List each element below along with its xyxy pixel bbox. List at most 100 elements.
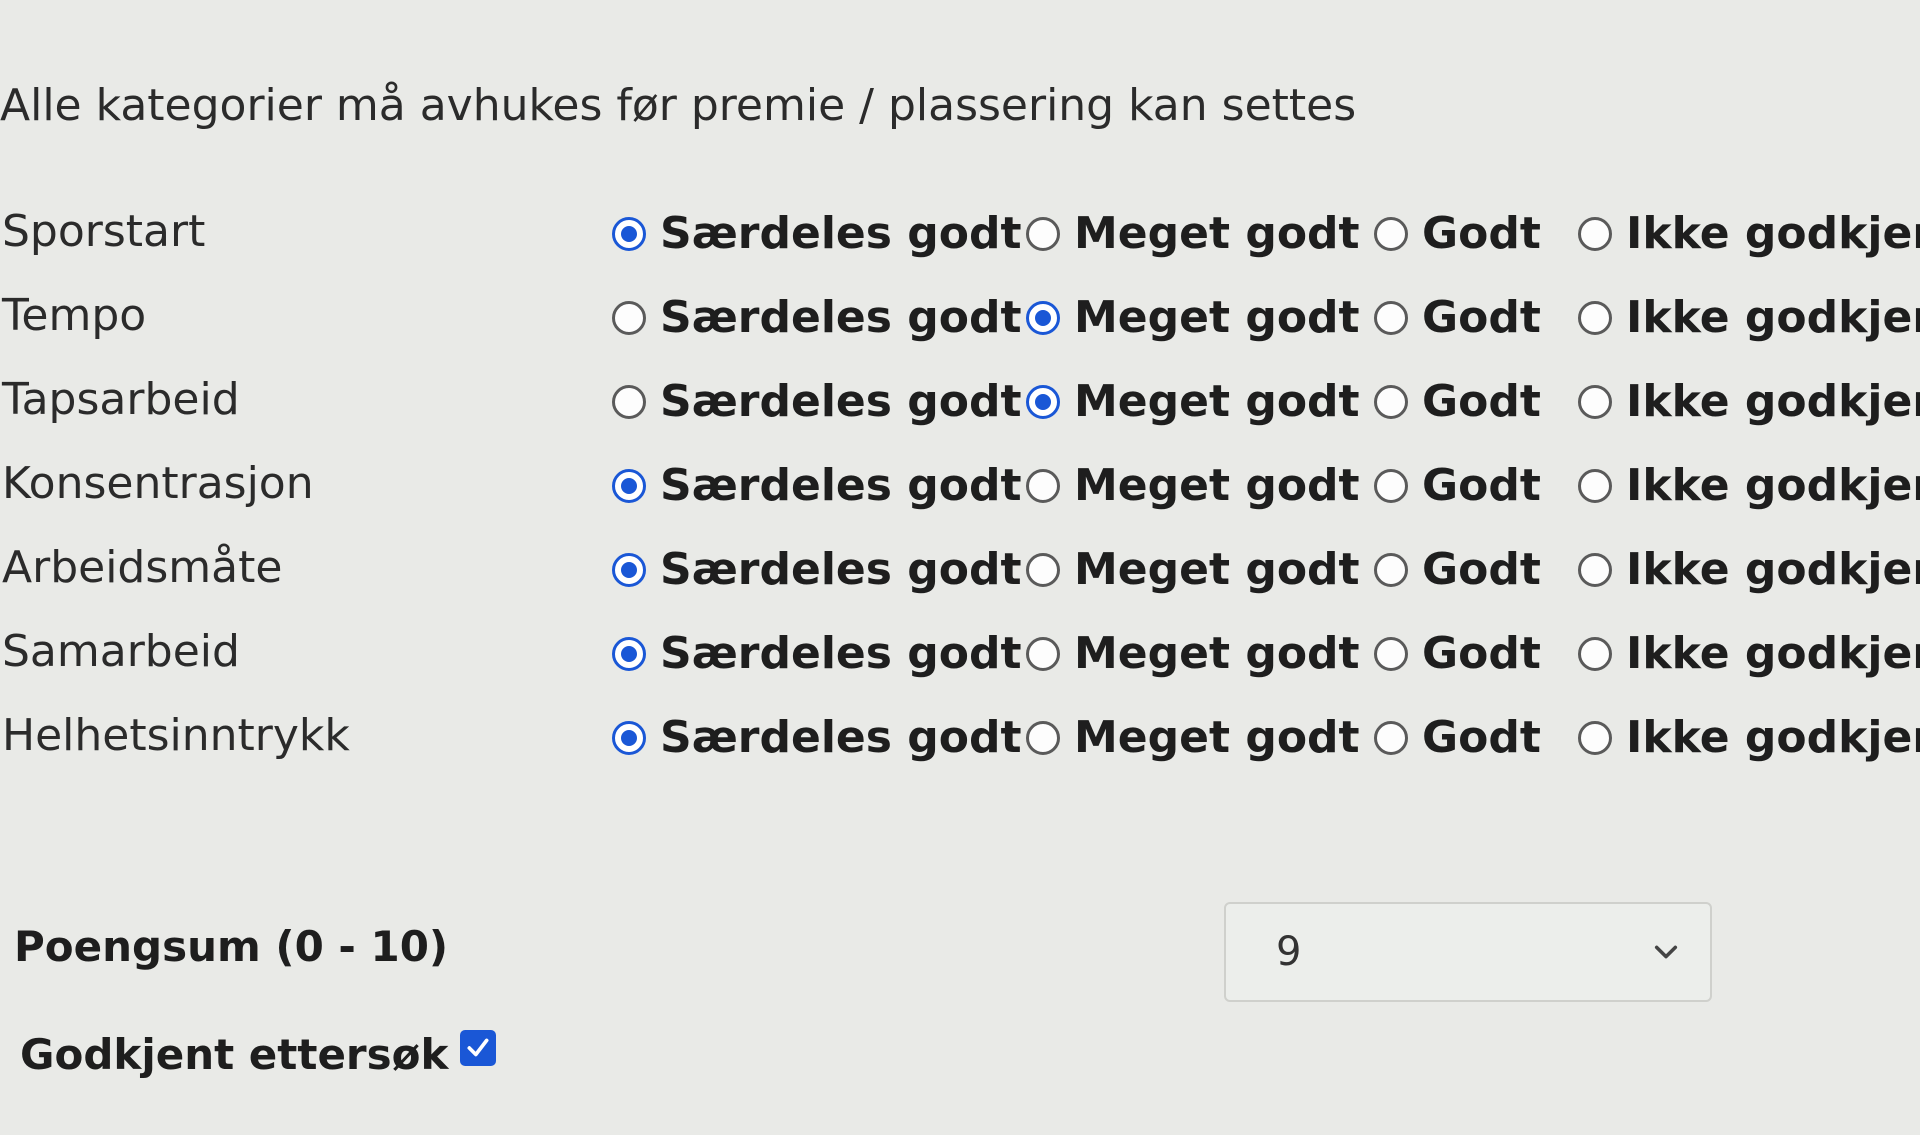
radio-button[interactable] <box>1578 216 1612 251</box>
option-ikke-godkjent[interactable]: Ikke godkjent <box>1578 544 1920 595</box>
option-godt[interactable]: Godt <box>1374 628 1541 679</box>
category-label: Tapsarbeid <box>2 374 240 425</box>
option-label: Ikke godkjent <box>1626 292 1920 343</box>
radio-button[interactable] <box>1374 300 1408 335</box>
rating-row-tapsarbeid: Tapsarbeid Særdeles godt Meget godt Godt… <box>0 368 1920 452</box>
option-label: Godt <box>1422 544 1541 595</box>
option-ikke-godkjent[interactable]: Ikke godkjent <box>1578 208 1920 259</box>
option-label: Særdeles godt <box>660 712 1022 763</box>
radio-button[interactable] <box>1578 300 1612 335</box>
option-label: Meget godt <box>1074 292 1360 343</box>
radio-button[interactable] <box>1374 636 1408 671</box>
option-godt[interactable]: Godt <box>1374 712 1541 763</box>
radio-button[interactable] <box>1026 636 1060 671</box>
option-ikke-godkjent[interactable]: Ikke godkjent <box>1578 376 1920 427</box>
radio-button[interactable] <box>1026 552 1060 587</box>
radio-button[interactable] <box>1026 384 1060 419</box>
radio-button[interactable] <box>1026 720 1060 755</box>
option-label: Ikke godkjent <box>1626 208 1920 259</box>
radio-button[interactable] <box>1578 552 1612 587</box>
category-label: Helhetsinntrykk <box>2 710 350 761</box>
radio-button[interactable] <box>1374 216 1408 251</box>
option-label: Godt <box>1422 208 1541 259</box>
option-label: Godt <box>1422 628 1541 679</box>
option-sardeles-godt[interactable]: Særdeles godt <box>612 712 1022 763</box>
option-godt[interactable]: Godt <box>1374 376 1541 427</box>
option-ikke-godkjent[interactable]: Ikke godkjent <box>1578 460 1920 511</box>
radio-button[interactable] <box>1026 300 1060 335</box>
category-label: Sporstart <box>2 206 206 257</box>
approved-search-checkbox[interactable] <box>460 1029 497 1066</box>
radio-button[interactable] <box>612 636 646 671</box>
option-godt[interactable]: Godt <box>1374 460 1541 511</box>
rating-row-tempo: Tempo Særdeles godt Meget godt Godt Ikke… <box>0 284 1920 368</box>
option-meget-godt[interactable]: Meget godt <box>1026 628 1360 679</box>
option-label: Særdeles godt <box>660 544 1022 595</box>
radio-button[interactable] <box>612 552 646 587</box>
category-label: Tempo <box>2 290 147 341</box>
score-label: Poengsum (0 - 10) <box>14 922 449 971</box>
option-sardeles-godt[interactable]: Særdeles godt <box>612 292 1022 343</box>
option-ikke-godkjent[interactable]: Ikke godkjent <box>1578 712 1920 763</box>
option-meget-godt[interactable]: Meget godt <box>1026 712 1360 763</box>
option-label: Godt <box>1422 376 1541 427</box>
radio-button[interactable] <box>1374 720 1408 755</box>
rating-row-arbeidsmate: Arbeidsmåte Særdeles godt Meget godt God… <box>0 536 1920 620</box>
option-godt[interactable]: Godt <box>1374 292 1541 343</box>
option-label: Ikke godkjent <box>1626 628 1920 679</box>
option-label: Særdeles godt <box>660 292 1022 343</box>
radio-button[interactable] <box>1026 468 1060 503</box>
option-sardeles-godt[interactable]: Særdeles godt <box>612 460 1022 511</box>
option-sardeles-godt[interactable]: Særdeles godt <box>612 208 1022 259</box>
rating-row-helhetsinntrykk: Helhetsinntrykk Særdeles godt Meget godt… <box>0 704 1920 788</box>
option-label: Ikke godkjent <box>1626 712 1920 763</box>
score-select[interactable]: 9 <box>1224 902 1712 1002</box>
radio-button[interactable] <box>1374 384 1408 419</box>
option-godt[interactable]: Godt <box>1374 544 1541 595</box>
option-ikke-godkjent[interactable]: Ikke godkjent <box>1578 292 1920 343</box>
instruction-text: Alle kategorier må avhukes før premie / … <box>0 80 1357 131</box>
option-label: Ikke godkjent <box>1626 544 1920 595</box>
option-label: Særdeles godt <box>660 628 1022 679</box>
option-label: Godt <box>1422 712 1541 763</box>
option-sardeles-godt[interactable]: Særdeles godt <box>612 544 1022 595</box>
radio-button[interactable] <box>1374 552 1408 587</box>
rating-row-sporstart: Sporstart Særdeles godt Meget godt Godt … <box>0 200 1920 284</box>
category-label: Konsentrasjon <box>2 458 314 509</box>
radio-button[interactable] <box>612 720 646 755</box>
option-label: Ikke godkjent <box>1626 460 1920 511</box>
option-meget-godt[interactable]: Meget godt <box>1026 292 1360 343</box>
rating-table: Sporstart Særdeles godt Meget godt Godt … <box>0 200 1920 788</box>
option-ikke-godkjent[interactable]: Ikke godkjent <box>1578 628 1920 679</box>
option-sardeles-godt[interactable]: Særdeles godt <box>612 376 1022 427</box>
approved-search-row: Godkjent ettersøk <box>20 1029 497 1079</box>
option-meget-godt[interactable]: Meget godt <box>1026 208 1360 259</box>
radio-button[interactable] <box>1578 468 1612 503</box>
radio-button[interactable] <box>612 216 646 251</box>
option-meget-godt[interactable]: Meget godt <box>1026 376 1360 427</box>
option-label: Meget godt <box>1074 628 1360 679</box>
option-sardeles-godt[interactable]: Særdeles godt <box>612 628 1022 679</box>
approved-search-label: Godkjent ettersøk <box>20 1030 449 1079</box>
radio-button[interactable] <box>612 300 646 335</box>
radio-button[interactable] <box>1026 216 1060 251</box>
option-meget-godt[interactable]: Meget godt <box>1026 544 1360 595</box>
option-label: Meget godt <box>1074 376 1360 427</box>
radio-button[interactable] <box>1374 468 1408 503</box>
category-label: Arbeidsmåte <box>2 542 283 593</box>
option-godt[interactable]: Godt <box>1374 208 1541 259</box>
judging-form: Alle kategorier må avhukes før premie / … <box>0 0 1920 1135</box>
radio-button[interactable] <box>612 468 646 503</box>
score-value: 9 <box>1276 929 1302 975</box>
radio-button[interactable] <box>1578 384 1612 419</box>
option-label: Meget godt <box>1074 544 1360 595</box>
option-label: Meget godt <box>1074 208 1360 259</box>
radio-button[interactable] <box>612 384 646 419</box>
option-label: Særdeles godt <box>660 376 1022 427</box>
radio-button[interactable] <box>1578 720 1612 755</box>
option-meget-godt[interactable]: Meget godt <box>1026 460 1360 511</box>
category-label: Samarbeid <box>2 626 240 677</box>
option-label: Særdeles godt <box>660 460 1022 511</box>
radio-button[interactable] <box>1578 636 1612 671</box>
option-label: Særdeles godt <box>660 208 1022 259</box>
